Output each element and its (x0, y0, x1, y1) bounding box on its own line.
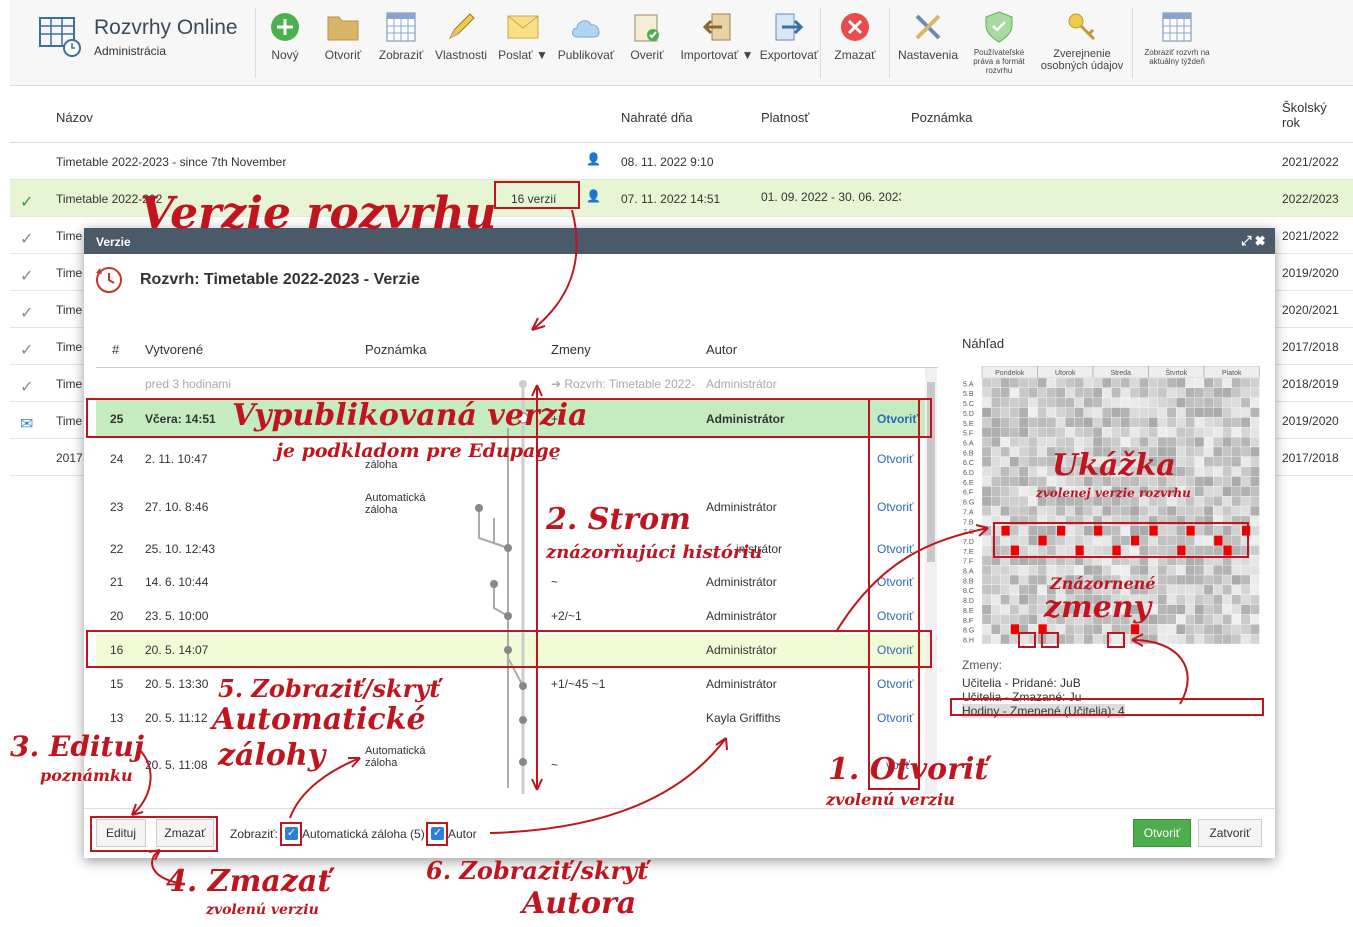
annotation-toggle-backup-2: Automatické (212, 702, 426, 737)
annotation-preview-sub: zvolenej verzie rozvrhu (1036, 486, 1191, 500)
annotation-edit: 3. Edituj (10, 730, 144, 763)
annotation-published-sub: je podkladom pre Edupage (276, 440, 561, 462)
annotation-open: 1. Otvoriť (828, 752, 989, 787)
annotation-toggle-backup-3: zálohy (218, 738, 326, 773)
annotation-toggle-author-sub: Autora (522, 886, 637, 921)
annotation-delete-sub: zvolenú verziu (206, 902, 319, 918)
annotation-toggle-author: 6. Zobraziť/skryť (426, 856, 649, 885)
annotation-toggle-backup: 5. Zobraziť/skryť (218, 674, 441, 703)
annotation-tree-sub: znázorňujúci históriu (546, 542, 763, 563)
annotation-preview: Ukážka (1052, 448, 1176, 483)
annotation-open-sub: zvolenú verziu (826, 790, 955, 809)
annotation-tree: 2. Strom (546, 502, 691, 537)
annotation-delete: 4. Zmazať (166, 864, 332, 899)
annotation-changes-sub: zmeny (1044, 590, 1152, 625)
annotation-versions: Verzie rozvrhu (140, 188, 497, 239)
annotation-published: Vypublikovaná verzia (232, 398, 588, 433)
annotation-edit-sub: poznámku (40, 766, 133, 785)
